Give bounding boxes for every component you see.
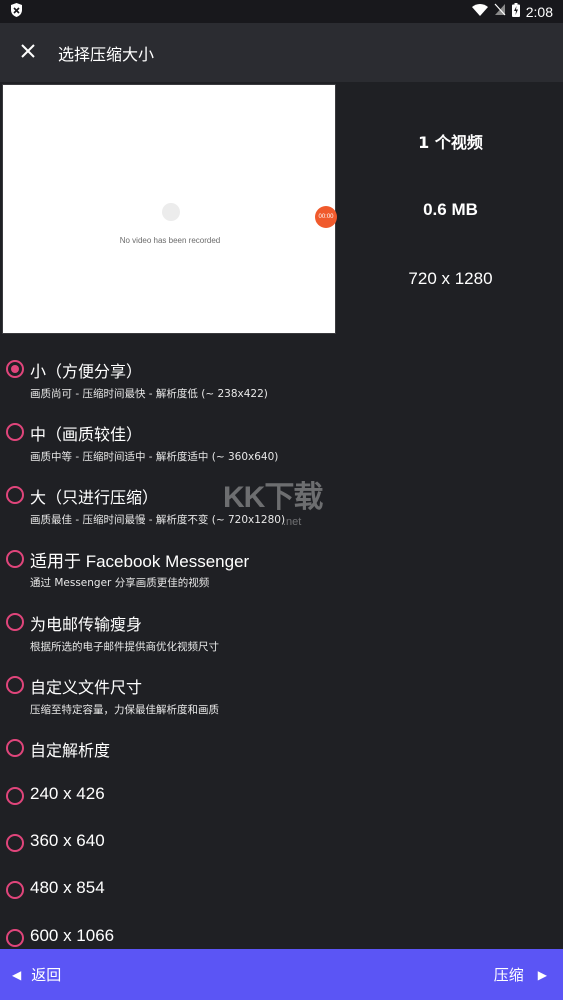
option-title: 600 x 1066 — [30, 926, 115, 945]
close-icon — [21, 43, 35, 62]
radio-button[interactable] — [6, 360, 24, 378]
bottom-bar: ◀ 返回 压缩 ▶ — [0, 949, 563, 1000]
option-title: 自定解析度 — [30, 741, 111, 760]
option-large[interactable]: 大（只进行压缩） 画质最佳 - 压缩时间最慢 - 解析度不变 (~ 720x12… — [0, 481, 563, 531]
radio-button[interactable] — [6, 613, 24, 631]
option-600x1066[interactable]: 600 x 1066 — [0, 924, 563, 949]
radio-button[interactable] — [6, 881, 24, 899]
back-button[interactable]: ◀ 返回 — [0, 949, 61, 1000]
option-custom-resolution[interactable]: 自定解析度 — [0, 734, 563, 764]
option-title: 自定义文件尺寸 — [30, 678, 143, 697]
option-title: 适用于 Facebook Messenger — [30, 552, 250, 571]
status-time: 2:08 — [525, 3, 553, 20]
triangle-right-icon: ▶ — [537, 967, 547, 982]
radio-button[interactable] — [6, 486, 24, 504]
video-info: 1 个视频 0.6 MB 720 x 1280 — [338, 82, 563, 336]
option-description: 根据所选的电子邮件提供商优化视频尺寸 — [30, 641, 219, 653]
back-label: 返回 — [31, 966, 62, 984]
status-bar: 2:08 — [0, 0, 563, 23]
option-description: 画质最佳 - 压缩时间最慢 - 解析度不变 (~ 720x1280) — [30, 514, 286, 526]
option-description: 压缩至特定容量，力保最佳解析度和画质 — [30, 704, 219, 716]
option-title: 为电邮传输瘦身 — [30, 615, 143, 634]
radio-button[interactable] — [6, 787, 24, 805]
option-title: 480 x 854 — [30, 878, 105, 897]
no-sim-icon — [494, 3, 506, 20]
radio-button[interactable] — [6, 739, 24, 757]
option-title: 小（方便分享） — [30, 362, 143, 381]
compress-button[interactable]: 压缩 ▶ — [494, 949, 563, 1000]
preview-row: No video has been recorded 00:00 1 个视频 0… — [0, 82, 563, 336]
radio-button[interactable] — [6, 550, 24, 568]
battery-charging-icon — [511, 2, 520, 21]
option-medium[interactable]: 中（画质较佳） 画质中等 - 压缩时间适中 - 解析度适中 (~ 360x640… — [0, 418, 563, 468]
option-email[interactable]: 为电邮传输瘦身 根据所选的电子邮件提供商优化视频尺寸 — [0, 608, 563, 658]
option-title: 中（画质较佳） — [30, 425, 143, 444]
radio-button[interactable] — [6, 834, 24, 852]
wifi-icon — [471, 3, 488, 20]
option-480x854[interactable]: 480 x 854 — [0, 876, 563, 906]
app-bar: 选择压缩大小 — [0, 23, 563, 82]
video-size: 0.6 MB — [423, 200, 478, 219]
video-preview[interactable]: No video has been recorded 00:00 — [2, 84, 337, 334]
option-description: 通过 Messenger 分享画质更佳的视频 — [30, 577, 210, 589]
radio-button[interactable] — [6, 676, 24, 694]
option-description: 画质中等 - 压缩时间适中 - 解析度适中 (~ 360x640) — [30, 451, 279, 463]
video-resolution: 720 x 1280 — [408, 269, 493, 288]
page-title: 选择压缩大小 — [58, 44, 155, 64]
compress-label: 压缩 — [493, 966, 524, 984]
record-button: 00:00 — [315, 206, 337, 228]
close-button[interactable] — [0, 23, 56, 82]
camera-placeholder-icon — [162, 203, 180, 221]
preview-placeholder-text: No video has been recorded — [119, 236, 221, 245]
video-count: 1 个视频 — [418, 133, 483, 152]
option-240x426[interactable]: 240 x 426 — [0, 782, 563, 812]
option-title: 360 x 640 — [30, 831, 105, 850]
screen: 2:08 选择压缩大小 No video has been recorded 0… — [0, 0, 563, 1000]
option-360x640[interactable]: 360 x 640 — [0, 829, 563, 859]
radio-button[interactable] — [6, 929, 24, 947]
option-title: 大（只进行压缩） — [30, 488, 159, 507]
option-small[interactable]: 小（方便分享） 画质尚可 - 压缩时间最快 - 解析度低 (~ 238x422) — [0, 355, 563, 405]
option-facebook-messenger[interactable]: 适用于 Facebook Messenger 通过 Messenger 分享画质… — [0, 545, 563, 595]
option-title: 240 x 426 — [30, 784, 105, 803]
triangle-left-icon: ◀ — [12, 967, 22, 982]
radio-button[interactable] — [6, 423, 24, 441]
option-description: 画质尚可 - 压缩时间最快 - 解析度低 (~ 238x422) — [30, 388, 268, 400]
option-custom-file-size[interactable]: 自定义文件尺寸 压缩至特定容量，力保最佳解析度和画质 — [0, 671, 563, 721]
shield-app-icon — [10, 2, 23, 21]
